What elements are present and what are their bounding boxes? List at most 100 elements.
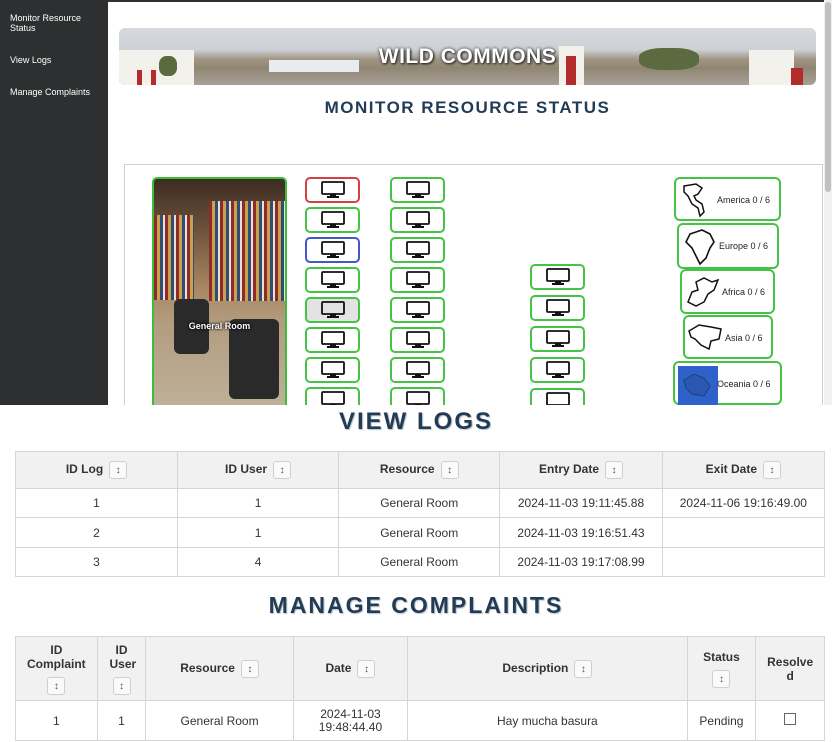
log-entry-date: 2024-11-03 19:16:51.43	[499, 517, 663, 548]
table-row: 1 1 General Room 2024-11-03 19:48:44.40 …	[15, 700, 825, 741]
page-title: MONITOR RESOURCE STATUS	[324, 98, 611, 117]
computer-station[interactable]	[305, 357, 360, 383]
computer-station[interactable]	[390, 237, 445, 263]
computer-station[interactable]	[390, 387, 445, 405]
sort-arrows-icon[interactable]: ↕	[273, 461, 292, 479]
view-logs-title: VIEW LOGS	[338, 408, 493, 435]
table-row: 1 1 General Room 2024-11-03 19:11:45.88 …	[14, 488, 826, 518]
complaints-header-description: Description ↕	[407, 636, 688, 701]
log-entry-date: 2024-11-03 19:17:08.99	[499, 547, 663, 577]
computer-station[interactable]	[305, 267, 360, 293]
computer-station[interactable]	[390, 207, 445, 233]
manage-complaints-title: MANAGE COMPLAINTS	[268, 592, 564, 618]
log-exit-date	[661, 517, 826, 548]
logs-and-complaints-screen: VIEW LOGS ID Log ↕ ID User ↕ Resource ↕ Ent…	[0, 405, 832, 742]
complaint-resource: General Room	[145, 700, 294, 741]
computer-station[interactable]	[530, 388, 585, 405]
complaint-description: Hay mucha basura	[407, 700, 688, 741]
computer-station[interactable]	[305, 177, 360, 203]
log-user-id: 1	[177, 517, 340, 548]
region-label: Europe 0 / 6	[719, 241, 769, 251]
log-exit-date	[661, 547, 826, 577]
resolved-checkbox[interactable]	[784, 713, 797, 725]
room-bookshelf	[209, 201, 285, 301]
sidebar: Monitor Resource Status View Logs Manage…	[0, 0, 108, 405]
sort-arrows-icon[interactable]: ↕	[112, 676, 131, 695]
complaints-header-resolved: Resolved	[755, 636, 825, 701]
complaints-header-date: Date ↕	[292, 636, 409, 701]
sidebar-item-monitor-resource-status[interactable]: Monitor Resource Status	[10, 13, 102, 33]
region-label: Oceania 0 / 6	[717, 379, 771, 389]
scrollbar-thumb[interactable]	[825, 2, 831, 192]
monitor-screen: Monitor Resource Status View Logs Manage…	[0, 0, 832, 405]
computer-station[interactable]	[530, 295, 585, 321]
logs-header-resource: Resource ↕	[338, 451, 501, 489]
log-id: 1	[14, 488, 179, 518]
window-top-border	[0, 0, 832, 2]
sort-arrows-icon[interactable]: ↕	[109, 461, 128, 479]
sort-arrows-icon[interactable]: ↕	[712, 669, 731, 688]
computer-station[interactable]	[305, 387, 360, 405]
sort-arrows-icon[interactable]: ↕	[605, 461, 624, 479]
region-label: Africa 0 / 6	[722, 287, 766, 297]
sort-arrows-icon[interactable]: ↕	[440, 461, 459, 479]
logs-table: ID Log ↕ ID User ↕ Resource ↕ Entry Date ↕ E…	[14, 451, 826, 577]
computer-station[interactable]	[305, 237, 360, 263]
region-label: Asia 0 / 6	[725, 333, 763, 343]
computer-station[interactable]	[390, 357, 445, 383]
sidebar-item-manage-complaints[interactable]: Manage Complaints	[10, 87, 102, 97]
page-scrollbar[interactable]	[824, 0, 832, 405]
sort-arrows-icon[interactable]: ↕	[357, 659, 376, 678]
region-label: America 0 / 6	[717, 195, 771, 205]
computer-station[interactable]	[390, 297, 445, 323]
computer-station[interactable]	[530, 326, 585, 352]
banner-title: WILD COMMONS	[378, 45, 557, 68]
table-row: 3 4 General Room 2024-11-03 19:17:08.99	[14, 547, 826, 577]
computer-station[interactable]	[530, 357, 585, 383]
complaint-id: 1	[15, 700, 98, 741]
complaint-resolved-cell	[755, 700, 825, 741]
room-label: General Room	[188, 321, 251, 331]
table-row: 2 1 General Room 2024-11-03 19:16:51.43	[14, 517, 826, 548]
complaint-user-id: 1	[96, 700, 147, 741]
sidebar-item-view-logs[interactable]: View Logs	[10, 55, 102, 65]
complaint-date: 2024-11-03 19:48:44.40	[292, 700, 409, 741]
sort-arrows-icon[interactable]: ↕	[763, 461, 781, 479]
room-chair	[229, 319, 279, 399]
sort-arrows-icon[interactable]: ↕	[574, 659, 593, 678]
computer-station[interactable]	[390, 267, 445, 293]
logs-header-id-log: ID Log ↕	[14, 451, 179, 489]
logs-header-entry-date: Entry Date ↕	[499, 451, 663, 489]
room-bookshelf	[154, 215, 194, 300]
log-user-id: 4	[177, 547, 340, 577]
log-resource: General Room	[338, 517, 501, 548]
complaints-header-status: Status ↕	[686, 636, 757, 701]
region-oceania[interactable]: Oceania 0 / 6	[673, 361, 782, 405]
complaints-header-id-complaint: ID Complaint ↕	[15, 636, 98, 701]
sort-arrows-icon[interactable]: ↕	[47, 676, 66, 695]
region-asia[interactable]: Asia 0 / 6	[683, 315, 773, 359]
complaints-header-resource: Resource ↕	[145, 636, 294, 701]
computer-station[interactable]	[305, 327, 360, 353]
computer-station[interactable]	[530, 264, 585, 290]
region-america[interactable]: America 0 / 6	[674, 177, 781, 221]
campus-banner: WILD COMMONS	[119, 28, 816, 85]
computer-station[interactable]	[390, 327, 445, 353]
region-africa[interactable]: Africa 0 / 6	[680, 269, 775, 314]
logs-header-exit-date: Exit Date ↕	[661, 451, 826, 489]
log-entry-date: 2024-11-03 19:11:45.88	[499, 488, 663, 518]
computer-station[interactable]	[305, 207, 360, 233]
logs-header-id-user: ID User ↕	[177, 451, 340, 489]
complaints-table: ID Complaint ↕ ID User ↕ Resource ↕ Date ↕ D…	[15, 636, 825, 741]
computer-station[interactable]	[305, 297, 360, 323]
sort-arrows-icon[interactable]: ↕	[240, 659, 259, 678]
log-id: 3	[14, 547, 179, 577]
log-resource: General Room	[338, 547, 501, 577]
complaint-status: Pending	[686, 700, 757, 741]
general-room-card[interactable]: General Room	[152, 177, 287, 405]
log-resource: General Room	[338, 488, 501, 518]
log-id: 2	[14, 517, 179, 548]
region-europe[interactable]: Europe 0 / 6	[677, 223, 779, 269]
complaints-header-id-user: ID User ↕	[96, 636, 147, 701]
computer-station[interactable]	[390, 177, 445, 203]
